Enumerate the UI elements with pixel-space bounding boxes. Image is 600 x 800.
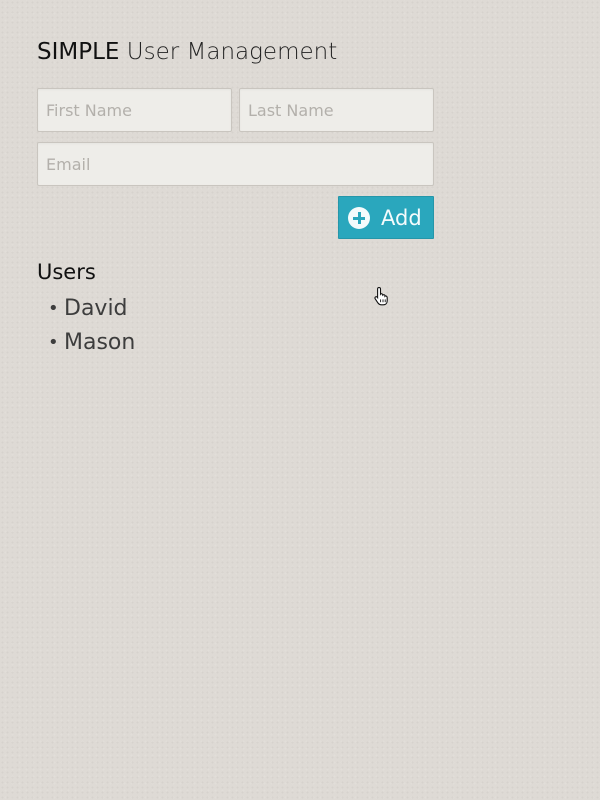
user-list-item-david: • David [37,292,135,326]
add-user-button[interactable]: Add [338,196,434,239]
plus-circle-icon [348,206,370,229]
title-brand: SIMPLE [37,39,120,65]
page-title: SIMPLE User Management [37,36,437,68]
user-management-app: SIMPLE User Management Add Users • David… [37,36,437,355]
title-subtitle: User Management [126,39,338,65]
hand-pointer-cursor-icon [374,286,388,306]
email-input[interactable] [37,142,434,186]
users-heading: Users [37,260,96,284]
first-name-input[interactable] [37,88,232,132]
user-name: David [64,296,128,321]
user-name: Mason [64,330,136,355]
list-bullet: • [48,332,59,353]
user-list: • David • Mason [37,292,135,360]
last-name-input[interactable] [239,88,434,132]
add-button-label: Add [381,205,422,230]
user-list-item-mason: • Mason [37,326,135,360]
list-bullet: • [48,298,59,319]
